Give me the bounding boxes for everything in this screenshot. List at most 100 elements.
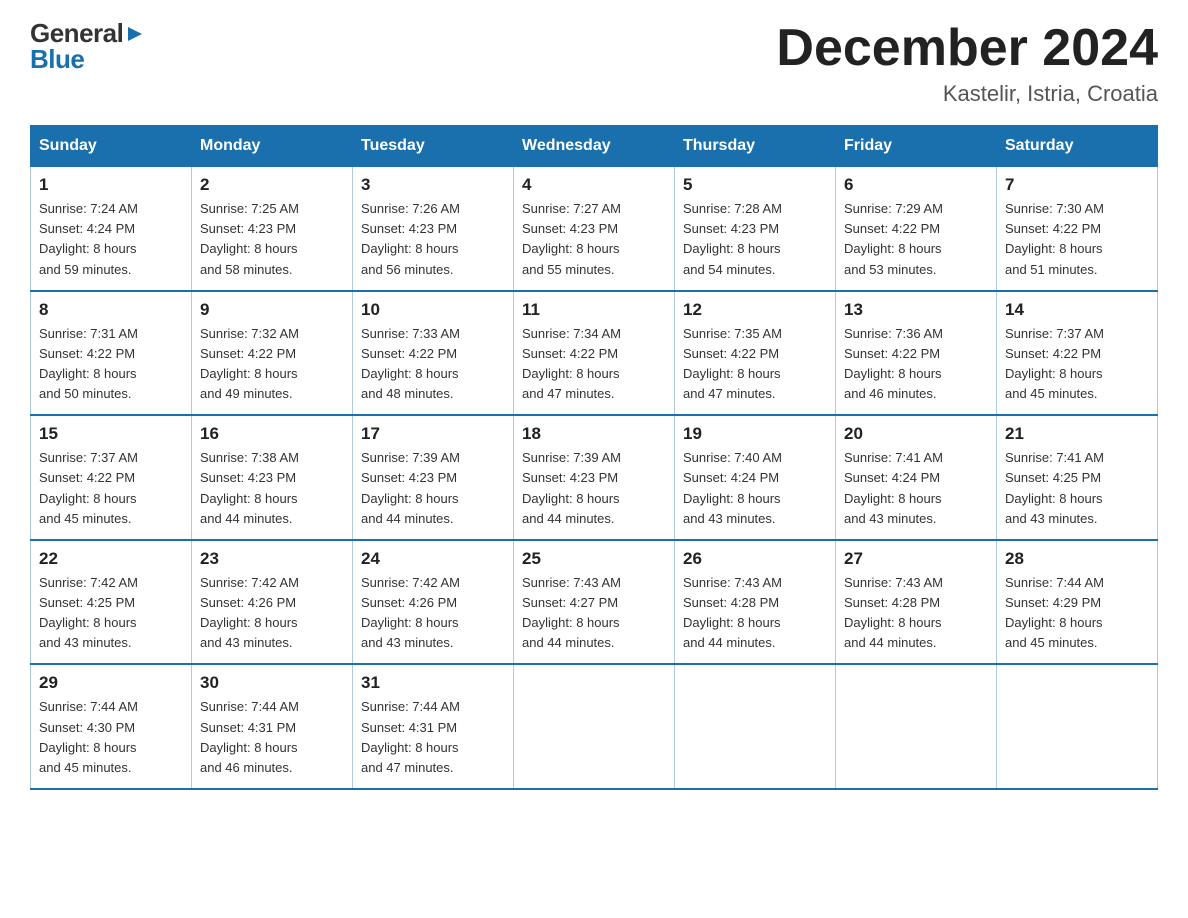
day-number: 19 (683, 424, 827, 444)
day-detail: Sunrise: 7:40 AM Sunset: 4:24 PM Dayligh… (683, 448, 827, 529)
day-number: 24 (361, 549, 505, 569)
day-detail: Sunrise: 7:28 AM Sunset: 4:23 PM Dayligh… (683, 199, 827, 280)
day-number: 7 (1005, 175, 1149, 195)
day-detail: Sunrise: 7:32 AM Sunset: 4:22 PM Dayligh… (200, 324, 344, 405)
day-cell-4-5 (836, 664, 997, 789)
header-thursday: Thursday (675, 126, 836, 166)
day-detail: Sunrise: 7:43 AM Sunset: 4:28 PM Dayligh… (683, 573, 827, 654)
day-number: 10 (361, 300, 505, 320)
week-row-4: 22 Sunrise: 7:42 AM Sunset: 4:25 PM Dayl… (31, 540, 1158, 665)
day-cell-3-1: 23 Sunrise: 7:42 AM Sunset: 4:26 PM Dayl… (192, 540, 353, 665)
day-cell-2-1: 16 Sunrise: 7:38 AM Sunset: 4:23 PM Dayl… (192, 415, 353, 540)
day-cell-2-4: 19 Sunrise: 7:40 AM Sunset: 4:24 PM Dayl… (675, 415, 836, 540)
logo: General Blue (30, 20, 144, 72)
day-cell-0-3: 4 Sunrise: 7:27 AM Sunset: 4:23 PM Dayli… (514, 166, 675, 291)
week-row-2: 8 Sunrise: 7:31 AM Sunset: 4:22 PM Dayli… (31, 291, 1158, 416)
day-number: 27 (844, 549, 988, 569)
day-cell-3-2: 24 Sunrise: 7:42 AM Sunset: 4:26 PM Dayl… (353, 540, 514, 665)
day-number: 3 (361, 175, 505, 195)
page-header: General Blue December 2024 Kastelir, Ist… (30, 20, 1158, 107)
day-number: 23 (200, 549, 344, 569)
day-cell-4-3 (514, 664, 675, 789)
day-number: 20 (844, 424, 988, 444)
day-detail: Sunrise: 7:42 AM Sunset: 4:26 PM Dayligh… (200, 573, 344, 654)
header-monday: Monday (192, 126, 353, 166)
day-detail: Sunrise: 7:39 AM Sunset: 4:23 PM Dayligh… (361, 448, 505, 529)
day-detail: Sunrise: 7:33 AM Sunset: 4:22 PM Dayligh… (361, 324, 505, 405)
day-cell-2-2: 17 Sunrise: 7:39 AM Sunset: 4:23 PM Dayl… (353, 415, 514, 540)
day-number: 9 (200, 300, 344, 320)
day-cell-0-6: 7 Sunrise: 7:30 AM Sunset: 4:22 PM Dayli… (997, 166, 1158, 291)
day-detail: Sunrise: 7:31 AM Sunset: 4:22 PM Dayligh… (39, 324, 183, 405)
day-cell-4-6 (997, 664, 1158, 789)
day-cell-3-4: 26 Sunrise: 7:43 AM Sunset: 4:28 PM Dayl… (675, 540, 836, 665)
day-number: 12 (683, 300, 827, 320)
day-number: 22 (39, 549, 183, 569)
header-friday: Friday (836, 126, 997, 166)
day-cell-2-0: 15 Sunrise: 7:37 AM Sunset: 4:22 PM Dayl… (31, 415, 192, 540)
day-cell-3-3: 25 Sunrise: 7:43 AM Sunset: 4:27 PM Dayl… (514, 540, 675, 665)
day-cell-0-4: 5 Sunrise: 7:28 AM Sunset: 4:23 PM Dayli… (675, 166, 836, 291)
day-cell-3-5: 27 Sunrise: 7:43 AM Sunset: 4:28 PM Dayl… (836, 540, 997, 665)
weekday-header-row: Sunday Monday Tuesday Wednesday Thursday… (31, 126, 1158, 166)
day-number: 1 (39, 175, 183, 195)
week-row-3: 15 Sunrise: 7:37 AM Sunset: 4:22 PM Dayl… (31, 415, 1158, 540)
day-cell-1-2: 10 Sunrise: 7:33 AM Sunset: 4:22 PM Dayl… (353, 291, 514, 416)
day-detail: Sunrise: 7:35 AM Sunset: 4:22 PM Dayligh… (683, 324, 827, 405)
day-number: 2 (200, 175, 344, 195)
day-detail: Sunrise: 7:44 AM Sunset: 4:30 PM Dayligh… (39, 697, 183, 778)
day-cell-0-0: 1 Sunrise: 7:24 AM Sunset: 4:24 PM Dayli… (31, 166, 192, 291)
day-cell-3-0: 22 Sunrise: 7:42 AM Sunset: 4:25 PM Dayl… (31, 540, 192, 665)
day-detail: Sunrise: 7:34 AM Sunset: 4:22 PM Dayligh… (522, 324, 666, 405)
day-cell-4-0: 29 Sunrise: 7:44 AM Sunset: 4:30 PM Dayl… (31, 664, 192, 789)
day-number: 17 (361, 424, 505, 444)
day-detail: Sunrise: 7:36 AM Sunset: 4:22 PM Dayligh… (844, 324, 988, 405)
day-number: 28 (1005, 549, 1149, 569)
day-detail: Sunrise: 7:27 AM Sunset: 4:23 PM Dayligh… (522, 199, 666, 280)
day-cell-0-5: 6 Sunrise: 7:29 AM Sunset: 4:22 PM Dayli… (836, 166, 997, 291)
day-number: 14 (1005, 300, 1149, 320)
day-cell-1-6: 14 Sunrise: 7:37 AM Sunset: 4:22 PM Dayl… (997, 291, 1158, 416)
day-cell-4-4 (675, 664, 836, 789)
day-detail: Sunrise: 7:37 AM Sunset: 4:22 PM Dayligh… (1005, 324, 1149, 405)
day-number: 25 (522, 549, 666, 569)
day-detail: Sunrise: 7:41 AM Sunset: 4:25 PM Dayligh… (1005, 448, 1149, 529)
day-cell-4-2: 31 Sunrise: 7:44 AM Sunset: 4:31 PM Dayl… (353, 664, 514, 789)
day-cell-0-1: 2 Sunrise: 7:25 AM Sunset: 4:23 PM Dayli… (192, 166, 353, 291)
day-detail: Sunrise: 7:29 AM Sunset: 4:22 PM Dayligh… (844, 199, 988, 280)
header-saturday: Saturday (997, 126, 1158, 166)
day-detail: Sunrise: 7:42 AM Sunset: 4:26 PM Dayligh… (361, 573, 505, 654)
day-detail: Sunrise: 7:43 AM Sunset: 4:27 PM Dayligh… (522, 573, 666, 654)
day-detail: Sunrise: 7:41 AM Sunset: 4:24 PM Dayligh… (844, 448, 988, 529)
logo-general-text: General (30, 20, 123, 46)
day-detail: Sunrise: 7:44 AM Sunset: 4:29 PM Dayligh… (1005, 573, 1149, 654)
title-block: December 2024 Kastelir, Istria, Croatia (776, 20, 1158, 107)
day-detail: Sunrise: 7:44 AM Sunset: 4:31 PM Dayligh… (361, 697, 505, 778)
day-detail: Sunrise: 7:24 AM Sunset: 4:24 PM Dayligh… (39, 199, 183, 280)
month-title: December 2024 (776, 20, 1158, 77)
day-cell-2-5: 20 Sunrise: 7:41 AM Sunset: 4:24 PM Dayl… (836, 415, 997, 540)
week-row-1: 1 Sunrise: 7:24 AM Sunset: 4:24 PM Dayli… (31, 166, 1158, 291)
header-tuesday: Tuesday (353, 126, 514, 166)
day-detail: Sunrise: 7:42 AM Sunset: 4:25 PM Dayligh… (39, 573, 183, 654)
day-cell-2-6: 21 Sunrise: 7:41 AM Sunset: 4:25 PM Dayl… (997, 415, 1158, 540)
day-cell-4-1: 30 Sunrise: 7:44 AM Sunset: 4:31 PM Dayl… (192, 664, 353, 789)
day-detail: Sunrise: 7:25 AM Sunset: 4:23 PM Dayligh… (200, 199, 344, 280)
day-cell-3-6: 28 Sunrise: 7:44 AM Sunset: 4:29 PM Dayl… (997, 540, 1158, 665)
day-detail: Sunrise: 7:39 AM Sunset: 4:23 PM Dayligh… (522, 448, 666, 529)
day-number: 5 (683, 175, 827, 195)
day-detail: Sunrise: 7:26 AM Sunset: 4:23 PM Dayligh… (361, 199, 505, 280)
day-cell-1-5: 13 Sunrise: 7:36 AM Sunset: 4:22 PM Dayl… (836, 291, 997, 416)
day-number: 15 (39, 424, 183, 444)
day-number: 8 (39, 300, 183, 320)
day-cell-1-1: 9 Sunrise: 7:32 AM Sunset: 4:22 PM Dayli… (192, 291, 353, 416)
day-number: 18 (522, 424, 666, 444)
location-subtitle: Kastelir, Istria, Croatia (776, 81, 1158, 107)
day-number: 13 (844, 300, 988, 320)
day-detail: Sunrise: 7:38 AM Sunset: 4:23 PM Dayligh… (200, 448, 344, 529)
day-number: 29 (39, 673, 183, 693)
day-number: 26 (683, 549, 827, 569)
logo-blue-text: Blue (30, 46, 84, 72)
day-detail: Sunrise: 7:43 AM Sunset: 4:28 PM Dayligh… (844, 573, 988, 654)
calendar-table: Sunday Monday Tuesday Wednesday Thursday… (30, 125, 1158, 790)
